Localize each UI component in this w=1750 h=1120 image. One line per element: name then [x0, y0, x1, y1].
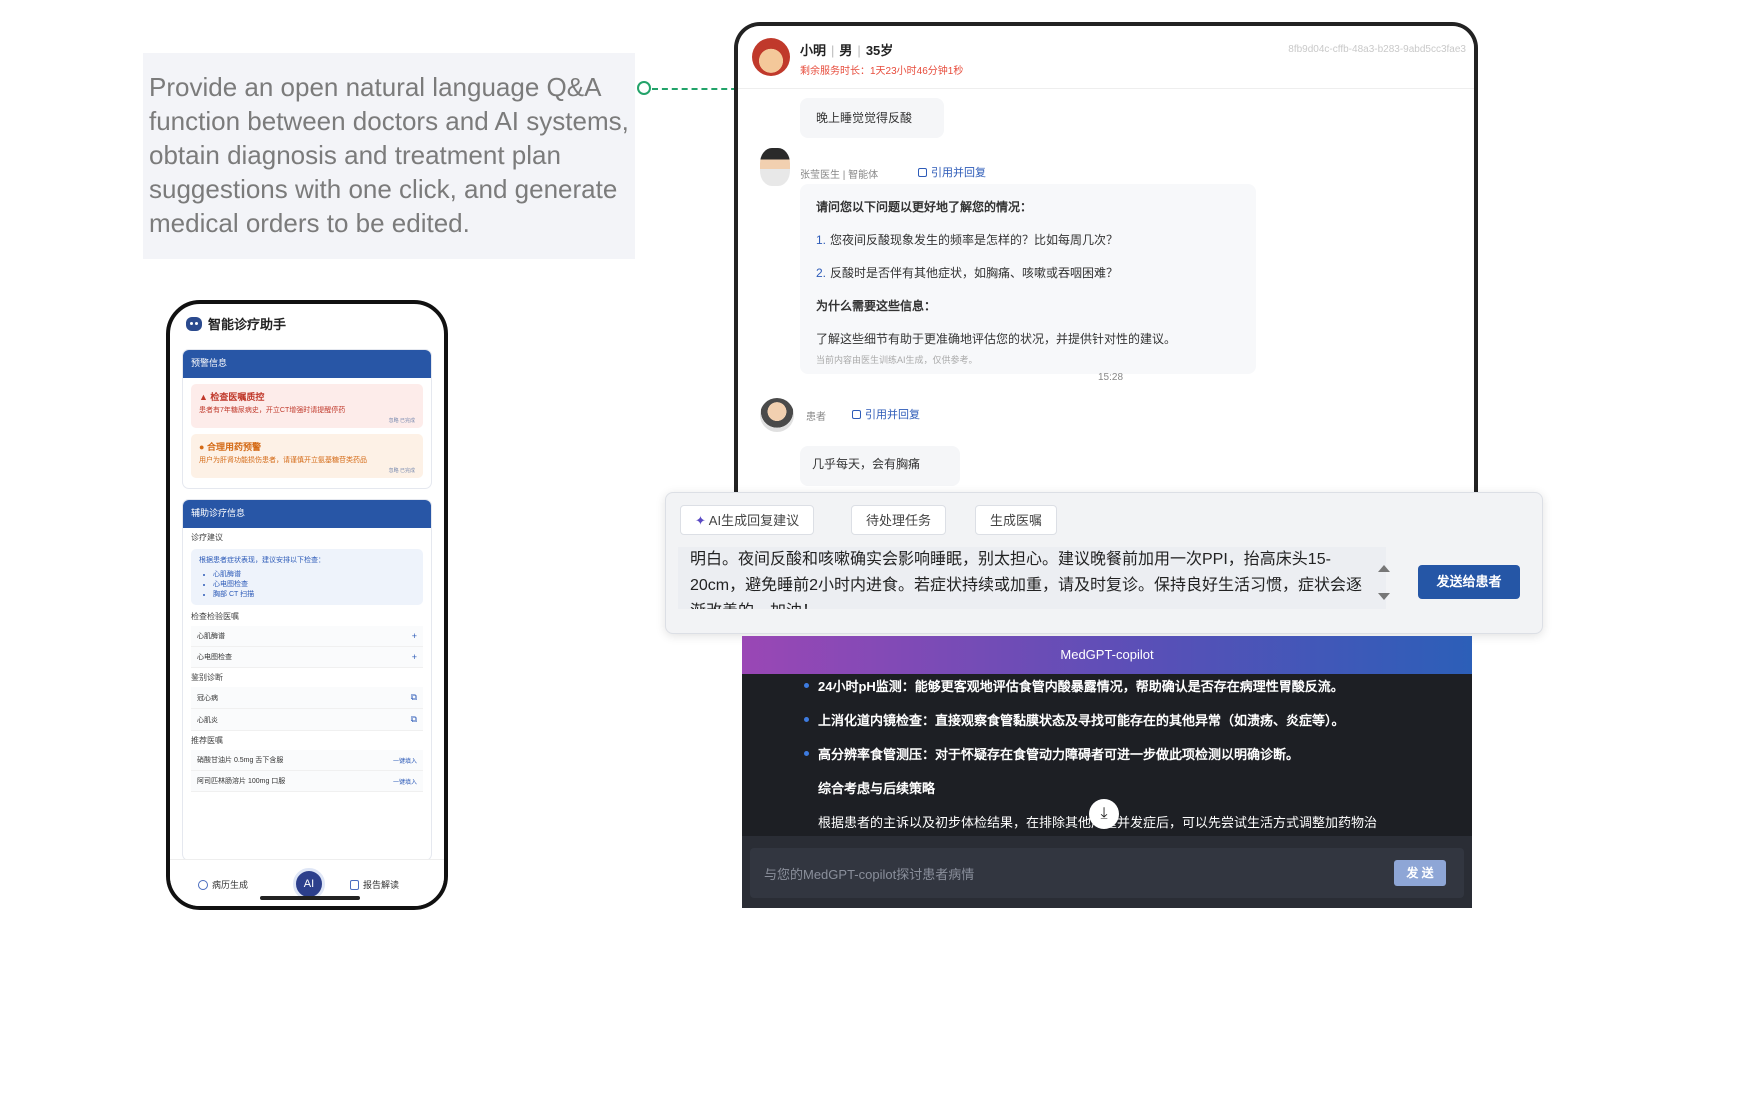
patient-avatar [752, 38, 790, 76]
suggestion-item: 胸部 CT 扫描 [213, 589, 415, 599]
pending-tasks-button[interactable]: 待处理任务 [851, 505, 947, 535]
suggestion-item: 心肌酶谱 [213, 569, 415, 579]
alert-exam-qc[interactable]: ▲ 检查医嘱质控 患者有7年糖尿病史，开立CT增强时请提醒停药 忽略 已完成 [191, 384, 423, 428]
scroll-down-icon[interactable] [1378, 593, 1390, 600]
phone-mockup: 智能诊疗助手 预警信息 ▲ 检查医嘱质控 患者有7年糖尿病史，开立CT增强时请提… [166, 300, 448, 910]
send-to-patient-button[interactable]: 发送给患者 [1418, 565, 1520, 599]
bullet-icon [804, 717, 809, 722]
exam-row[interactable]: 心肌酶谱 + [191, 626, 423, 647]
tablet-mockup: 小明 | 男 | 35岁 剩余服务时长：1天23小时46分钟1秒 8fb9d04c-cf… [734, 22, 1478, 492]
patient-avatar-2 [760, 398, 794, 432]
warning-circle-icon: ● [199, 442, 207, 452]
copilot-input[interactable]: 与您的MedGPT-copilot探讨患者病情 发 送 [750, 848, 1464, 898]
session-id: 8fb9d04c-cffb-48a3-b283-9abd5cc3fae3 [1288, 44, 1466, 55]
doctor-meta: 张莹医生 | 智能体 [800, 170, 879, 181]
record-icon [198, 879, 208, 890]
patient-meta: 患者 [806, 412, 826, 423]
diff-row[interactable]: 冠心病 ⧉ [191, 687, 423, 709]
remaining-time: 剩余服务时长：1天23小时46分钟1秒 [800, 66, 964, 77]
ai-disclaimer: 当前内容由医生训练AI生成，仅供参考。 [816, 355, 978, 365]
copilot-panel: MedGPT-copilot 24小时pH监测：能够更客观地评估食管内酸暴露情况… [742, 636, 1472, 908]
copilot-send-button[interactable]: 发 送 [1394, 860, 1446, 886]
phone-header: 智能诊疗助手 [186, 314, 286, 333]
copilot-item: 上消化道内镜检查：直接观察食管黏膜状态及寻找可能存在的其他异常（如溃疡、炎症等）… [818, 713, 1345, 728]
diff-row[interactable]: 心肌炎 ⧉ [191, 709, 423, 731]
assist-header: 辅助诊疗信息 [183, 500, 431, 528]
alert-drug[interactable]: ● 合理用药预警 用户为肝肾功能损伤患者，请谨慎开立氨基糖苷类药品 忽略 已完成 [191, 434, 423, 478]
generate-order-button[interactable]: 生成医嘱 [975, 505, 1058, 535]
patient-message: 晚上睡觉觉得反酸 [800, 98, 944, 138]
warning-header: 预警信息 [183, 350, 431, 378]
caption-text: Provide an open natural language Q&A fun… [149, 72, 629, 238]
plus-icon[interactable]: + [412, 652, 417, 662]
report-button[interactable]: 报告解读 [350, 878, 399, 891]
caption-box: Provide an open natural language Q&A fun… [143, 53, 635, 259]
robot-icon [186, 316, 202, 331]
rec-row: 阿司匹林肠溶片 100mg 口服 一键填入 [191, 771, 423, 792]
fill-button[interactable]: 一键填入 [393, 777, 417, 786]
alert-links[interactable]: 忽略 已完成 [199, 467, 415, 474]
ai-suggest-button[interactable]: ✦ AI生成回复建议 [680, 505, 815, 535]
connector-dot [637, 81, 651, 95]
question-item: 2. 反酸时是否伴有其他症状，如胸痛、咳嗽或吞咽困难？ [816, 266, 1119, 280]
connector-line [652, 88, 747, 90]
phone-title: 智能诊疗助手 [208, 317, 287, 332]
external-link-icon[interactable]: ⧉ [411, 692, 417, 703]
copilot-title: MedGPT-copilot [742, 636, 1472, 674]
plus-icon[interactable]: + [412, 631, 417, 641]
quote-reply-button[interactable]: 引用并回复 [918, 164, 986, 180]
quote-reply-button[interactable]: 引用并回复 [852, 406, 920, 422]
copilot-item: 24小时pH监测：能够更客观地评估食管内酸暴露情况，帮助确认是否存在病理性胃酸反… [818, 679, 1344, 694]
chat-header: 小明 | 男 | 35岁 剩余服务时长：1天23小时46分钟1秒 8fb9d04c-cf… [738, 26, 1474, 89]
copilot-item: 高分辨率食管测压：对于怀疑存在食管动力障碍者可进一步做此项检测以明确诊断。 [818, 747, 1300, 762]
assist-section: 辅助诊疗信息 诊疗建议 根据患者症状表现，建议安排以下检查： 心肌酶谱 心电图检… [183, 500, 431, 860]
warning-triangle-icon: ▲ [199, 392, 211, 402]
report-icon [350, 879, 359, 890]
copilot-content: 24小时pH监测：能够更客观地评估食管内酸暴露情况，帮助确认是否存在病理性胃酸反… [742, 674, 1472, 836]
quote-icon [852, 409, 861, 419]
scroll-down-icon[interactable]: ⤓ [1089, 799, 1119, 829]
phone-bottom-bar: 病历生成 AI 报告解读 [170, 859, 444, 906]
scroll-up-icon[interactable] [1378, 565, 1390, 572]
doctor-avatar [760, 148, 790, 186]
diff-label: 鉴别诊断 [191, 673, 223, 682]
external-link-icon[interactable]: ⧉ [411, 714, 417, 725]
rec-label: 推荐医嘱 [191, 736, 223, 745]
reply-panel: ✦ AI生成回复建议 待处理任务 生成医嘱 明白。夜间反酸和咳嗽确实会影响睡眠，… [665, 492, 1543, 634]
record-gen-button[interactable]: 病历生成 [198, 878, 248, 891]
alert-links[interactable]: 忽略 已完成 [199, 417, 415, 424]
exam-label: 检查检验医嘱 [191, 612, 239, 621]
bullet-icon [804, 751, 809, 756]
exam-row[interactable]: 心电图检查 + [191, 647, 423, 668]
bullet-icon [804, 683, 809, 688]
suggestion-item: 心电图检查 [213, 579, 415, 589]
patient-info: 小明 | 男 | 35岁 [800, 43, 894, 58]
question-item: 1. 您夜间反酸现象发生的频率是怎样的？比如每周几次？ [816, 233, 1119, 247]
patient-message-2: 几乎每天，会有胸痛 [800, 446, 960, 486]
ai-message: 请问您以下问题以更好地了解您的情况： 1. 您夜间反酸现象发生的频率是怎样的？比如… [800, 184, 1256, 374]
suggestion-box: 根据患者症状表现，建议安排以下检查： 心肌酶谱 心电图检查 胸部 CT 扫描 [191, 549, 423, 605]
warning-section: 预警信息 ▲ 检查医嘱质控 患者有7年糖尿病史，开立CT增强时请提醒停药 忽略 … [183, 350, 431, 488]
reply-textarea[interactable]: 明白。夜间反酸和咳嗽确实会影响睡眠，别太担心。建议晚餐前加用一次PPI，抬高床头… [678, 547, 1386, 609]
strategy-heading: 综合考虑与后续策略 [818, 781, 936, 796]
home-indicator [260, 896, 360, 900]
message-time: 15:28 [1098, 372, 1124, 383]
sparkle-icon: ✦ [695, 513, 709, 528]
fill-button[interactable]: 一键填入 [393, 756, 417, 765]
quote-icon [918, 167, 927, 177]
copilot-placeholder: 与您的MedGPT-copilot探讨患者病情 [764, 867, 975, 882]
rec-row: 硝酸甘油片 0.5mg 舌下含服 一键填入 [191, 750, 423, 771]
suggestion-label: 诊疗建议 [191, 533, 223, 542]
